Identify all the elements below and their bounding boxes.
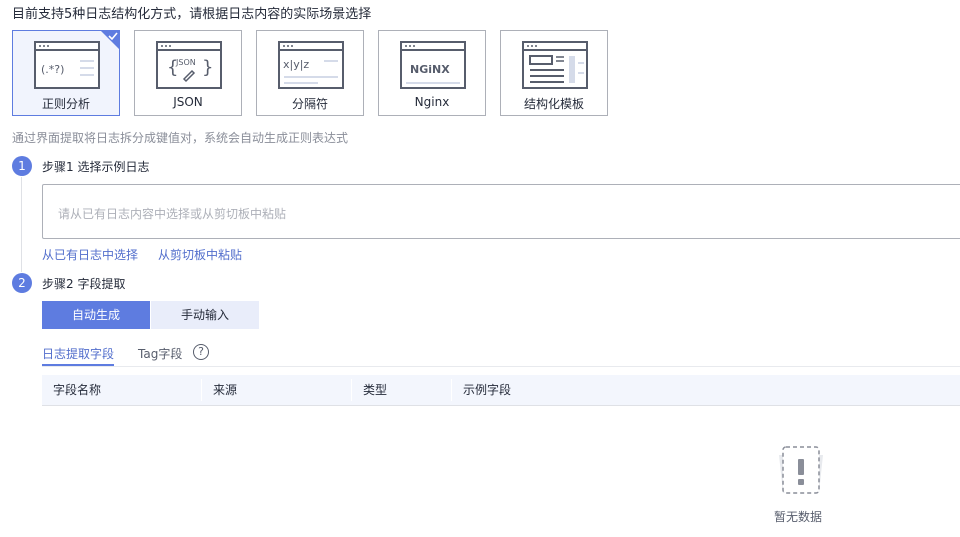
- method-card-template[interactable]: 结构化模板: [500, 30, 608, 116]
- method-label: 结构化模板: [523, 97, 584, 111]
- tab-log-fields[interactable]: 日志提取字段: [42, 345, 114, 362]
- nginx-icon: NGiNX: [400, 41, 466, 89]
- manual-input-button[interactable]: 手动输入: [151, 301, 259, 329]
- svg-text:x|y|z: x|y|z: [283, 58, 309, 71]
- help-icon[interactable]: ?: [193, 344, 209, 360]
- step-connector: [21, 177, 22, 272]
- method-label: Nginx: [414, 95, 450, 109]
- intro-text: 目前支持5种日志结构化方式，请根据日志内容的实际场景选择: [12, 7, 372, 22]
- tabs-divider: [42, 366, 960, 367]
- auto-generate-button[interactable]: 自动生成: [42, 301, 150, 329]
- svg-text:(.*?): (.*?): [41, 63, 64, 76]
- step1-title: 步骤1 选择示例日志: [42, 160, 150, 174]
- delimiter-icon: x|y|z: [278, 41, 344, 89]
- empty-data-icon: [779, 446, 823, 494]
- method-card-regex[interactable]: (.*?) 正则分析: [12, 30, 120, 116]
- select-existing-log-link[interactable]: 从已有日志中选择: [42, 246, 138, 263]
- column-header-type: 类型: [363, 383, 388, 397]
- method-card-nginx[interactable]: NGiNX Nginx: [378, 30, 486, 116]
- method-label: 分隔符: [291, 97, 328, 111]
- svg-text:JSON: JSON: [175, 58, 196, 67]
- table-header: 字段名称 来源 类型 示例字段: [42, 375, 960, 406]
- json-icon: { } JSON: [156, 41, 222, 89]
- sample-log-input[interactable]: 请从已有日志内容中选择或从剪切板中粘贴: [42, 184, 960, 239]
- column-header-field-name: 字段名称: [53, 383, 102, 397]
- method-label: 正则分析: [41, 97, 90, 111]
- method-card-delimiter[interactable]: x|y|z 分隔符: [256, 30, 364, 116]
- selected-check-icon: [100, 30, 120, 50]
- empty-state-text: 暂无数据: [774, 510, 823, 524]
- template-icon: [522, 41, 588, 89]
- method-description: 通过界面提取将日志拆分成键值对，系统会自动生成正则表达式: [12, 131, 349, 145]
- step2-title: 步骤2 字段提取: [42, 277, 126, 291]
- step2-number: 2: [12, 273, 32, 293]
- tab-tag-fields[interactable]: Tag字段: [138, 345, 182, 362]
- regex-icon: (.*?): [34, 41, 100, 89]
- step1-number: 1: [12, 156, 32, 176]
- column-header-sample: 示例字段: [463, 383, 512, 397]
- method-label: JSON: [173, 95, 203, 109]
- svg-text:NGiNX: NGiNX: [410, 63, 450, 76]
- svg-text:}: }: [202, 57, 213, 78]
- sample-log-placeholder: 请从已有日志内容中选择或从剪切板中粘贴: [58, 207, 287, 221]
- paste-clipboard-link[interactable]: 从剪切板中粘贴: [158, 246, 242, 263]
- column-header-source: 来源: [213, 383, 238, 397]
- method-card-json[interactable]: { } JSON JSON: [134, 30, 242, 116]
